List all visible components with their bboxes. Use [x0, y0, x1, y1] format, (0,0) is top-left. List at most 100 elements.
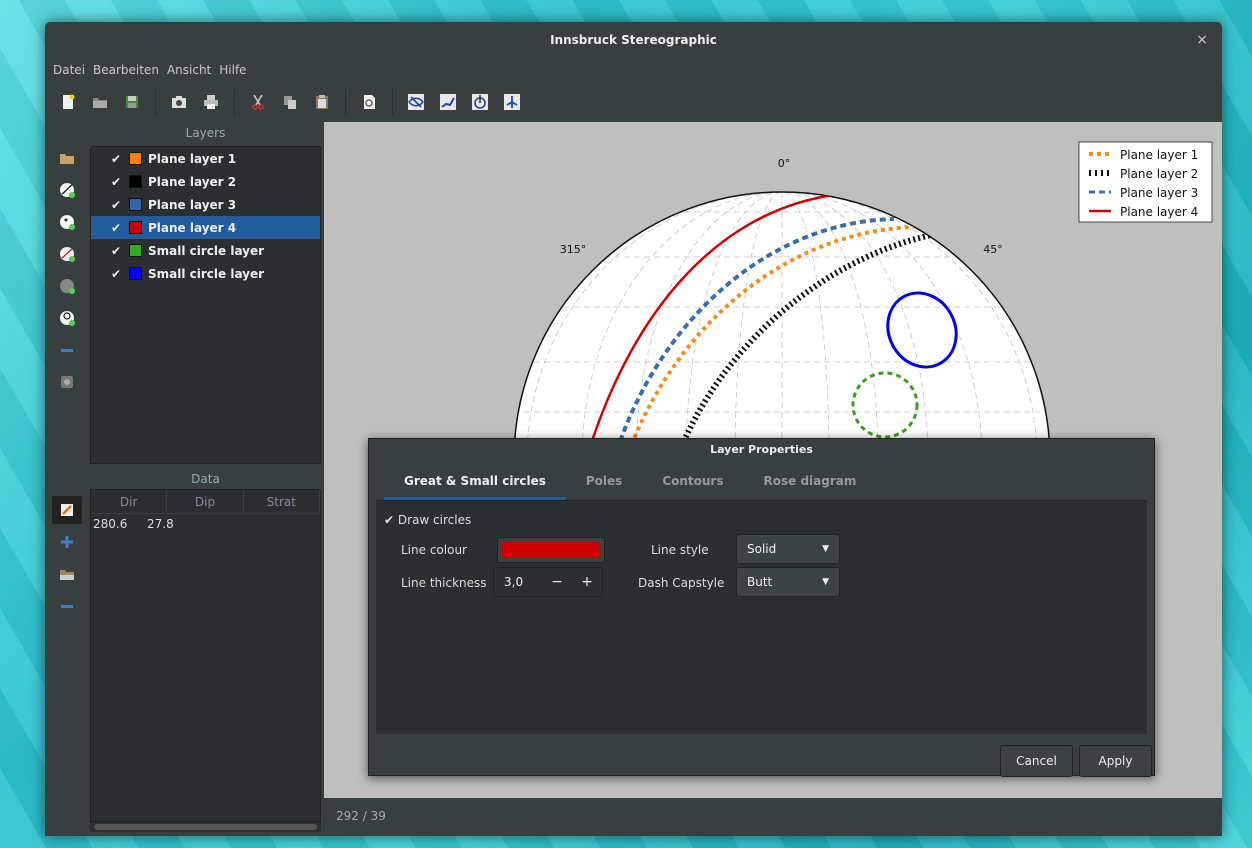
dialog-tabs: Great & Small circles Poles Contours Ros…	[376, 464, 1147, 500]
column-header-dip[interactable]: Dip	[167, 490, 244, 513]
print-button[interactable]	[196, 88, 226, 116]
column-header-dir[interactable]: Dir	[91, 490, 168, 513]
layer-item[interactable]: ✔ Plane layer 2	[91, 170, 320, 193]
decrement-icon[interactable]: −	[542, 574, 572, 590]
open-file-button[interactable]	[85, 88, 115, 116]
menu-bearbeiten[interactable]: Bearbeiten	[93, 59, 159, 81]
add-smallcircle-layer-button[interactable]	[52, 272, 82, 300]
toolbar-separator	[392, 89, 393, 115]
menu-hilfe[interactable]: Hilfe	[219, 59, 246, 81]
toolbar-separator	[155, 89, 156, 115]
layer-item[interactable]: ✔ Plane layer 4	[91, 216, 320, 239]
plus-icon	[61, 536, 73, 548]
line-thickness-value[interactable]: 3,0	[494, 575, 542, 589]
layer-label: Plane layer 4	[148, 220, 237, 235]
cancel-button[interactable]: Cancel	[1000, 745, 1073, 777]
tab-rose-diagram[interactable]: Rose diagram	[744, 464, 877, 500]
layer-visible-checkbox[interactable]: ✔	[111, 152, 125, 166]
screenshot-button[interactable]	[164, 88, 194, 116]
save-file-button[interactable]	[117, 88, 147, 116]
layer-visible-checkbox[interactable]: ✔	[111, 175, 125, 189]
fault-plane-icon	[504, 94, 520, 110]
layer-item[interactable]: ✔ Small circle layer	[91, 262, 320, 285]
document-gear-icon	[364, 95, 375, 109]
add-plane-layer-button[interactable]	[52, 176, 82, 204]
cell-dip[interactable]: 27.8	[145, 514, 199, 534]
draw-circles-checkbox[interactable]: ✔ Draw circles	[384, 513, 471, 527]
add-plane-button[interactable]	[401, 88, 431, 116]
add-line-button[interactable]	[433, 88, 463, 116]
apply-button[interactable]: Apply	[1079, 745, 1152, 777]
remove-row-button[interactable]	[52, 592, 82, 620]
import-data-button[interactable]	[52, 560, 82, 588]
dash-capstyle-label: Dash Capstyle	[638, 576, 725, 590]
layer-color-swatch	[129, 152, 142, 165]
cut-button[interactable]	[243, 88, 273, 116]
remove-layer-button[interactable]	[52, 336, 82, 364]
line-colour-button[interactable]	[497, 537, 605, 563]
layer-item[interactable]: ✔ Plane layer 1	[91, 147, 320, 170]
eigenvector-layer-icon	[60, 311, 75, 326]
tab-poles[interactable]: Poles	[566, 464, 642, 500]
menu-ansicht[interactable]: Ansicht	[167, 59, 211, 81]
camera-icon	[172, 96, 186, 108]
menubar: Datei Bearbeiten Ansicht Hilfe	[45, 59, 247, 81]
table-row[interactable]: 280.6 27.8	[91, 514, 320, 534]
tab-contours[interactable]: Contours	[642, 464, 743, 500]
settings-button[interactable]	[354, 88, 384, 116]
minus-icon	[61, 605, 73, 608]
scissors-icon	[252, 94, 264, 110]
layer-color-swatch	[129, 175, 142, 188]
scrollbar-thumb[interactable]	[94, 824, 317, 830]
layer-item[interactable]: ✔ Plane layer 3	[91, 193, 320, 216]
edit-data-button[interactable]	[52, 496, 82, 524]
line-style-value: Solid	[747, 542, 777, 556]
chevron-down-icon: ▼	[822, 544, 829, 554]
add-fault-layer-button[interactable]	[52, 240, 82, 268]
layers-list: ✔ Plane layer 1 ✔ Plane layer 2 ✔ Plane lay…	[90, 146, 321, 464]
add-row-button[interactable]	[52, 528, 82, 556]
close-window-button[interactable]: ×	[1196, 22, 1208, 58]
layer-visible-checkbox[interactable]: ✔	[111, 221, 125, 235]
save-icon	[126, 96, 138, 108]
data-scrollbar[interactable]	[90, 822, 321, 832]
layer-properties-button[interactable]	[52, 368, 82, 396]
line-style-label: Line style	[651, 543, 709, 557]
add-smallcircle-button[interactable]	[465, 88, 495, 116]
menu-datei[interactable]: Datei	[53, 59, 85, 81]
paste-button[interactable]	[307, 88, 337, 116]
legend-label: Plane layer 4	[1120, 205, 1198, 219]
label-northwest: 315°	[560, 243, 587, 256]
line-style-select[interactable]: Solid ▼	[736, 534, 840, 564]
small-circle-icon	[472, 94, 488, 110]
layer-visible-checkbox[interactable]: ✔	[111, 198, 125, 212]
stereonet-planes-icon	[408, 94, 424, 110]
cell-strat[interactable]	[199, 514, 253, 534]
legend-label: Plane layer 1	[1120, 148, 1198, 162]
legend-label: Plane layer 3	[1120, 186, 1198, 200]
cell-dir[interactable]: 280.6	[91, 514, 145, 534]
linear-layer-icon	[60, 215, 75, 230]
dash-capstyle-value: Butt	[747, 575, 773, 589]
label-northeast: 45°	[983, 243, 1003, 256]
new-file-button[interactable]	[53, 88, 83, 116]
add-layer-group-button[interactable]	[52, 144, 82, 172]
toolbar-separator	[345, 89, 346, 115]
line-plot-icon	[440, 94, 456, 110]
checkmark-icon: ✔	[384, 513, 395, 527]
increment-icon[interactable]: +	[572, 574, 602, 590]
layer-visible-checkbox[interactable]: ✔	[111, 244, 125, 258]
dash-capstyle-select[interactable]: Butt ▼	[736, 567, 840, 597]
line-thickness-spinner[interactable]: 3,0 − +	[493, 567, 603, 597]
layer-item[interactable]: ✔ Small circle layer	[91, 239, 320, 262]
add-faultplane-button[interactable]	[497, 88, 527, 116]
layer-label: Small circle layer	[148, 243, 265, 258]
column-header-strat[interactable]: Strat	[244, 490, 320, 513]
layer-tools	[45, 140, 90, 399]
add-linear-layer-button[interactable]	[52, 208, 82, 236]
tab-great-small-circles[interactable]: Great & Small circles	[384, 464, 566, 500]
layer-visible-checkbox[interactable]: ✔	[111, 267, 125, 281]
layer-color-swatch	[129, 221, 142, 234]
copy-button[interactable]	[275, 88, 305, 116]
add-eigenvector-layer-button[interactable]	[52, 304, 82, 332]
